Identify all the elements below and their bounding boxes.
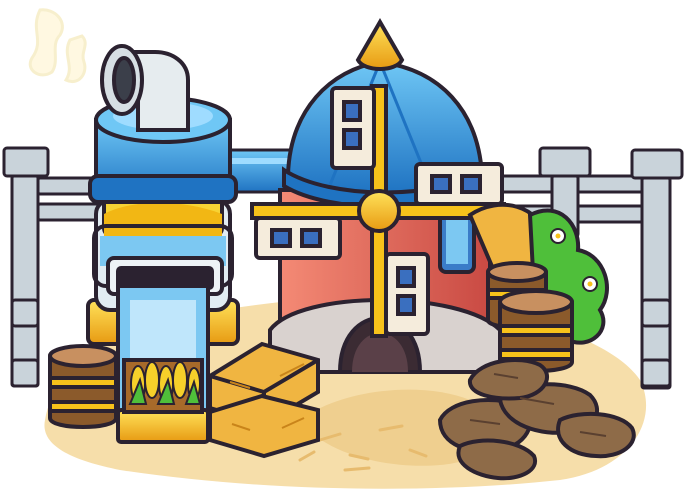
corn-crate: [106, 256, 224, 444]
farm-mill-scene: [0, 0, 685, 492]
barrel: [48, 344, 118, 429]
smoke-puff: [28, 8, 87, 83]
